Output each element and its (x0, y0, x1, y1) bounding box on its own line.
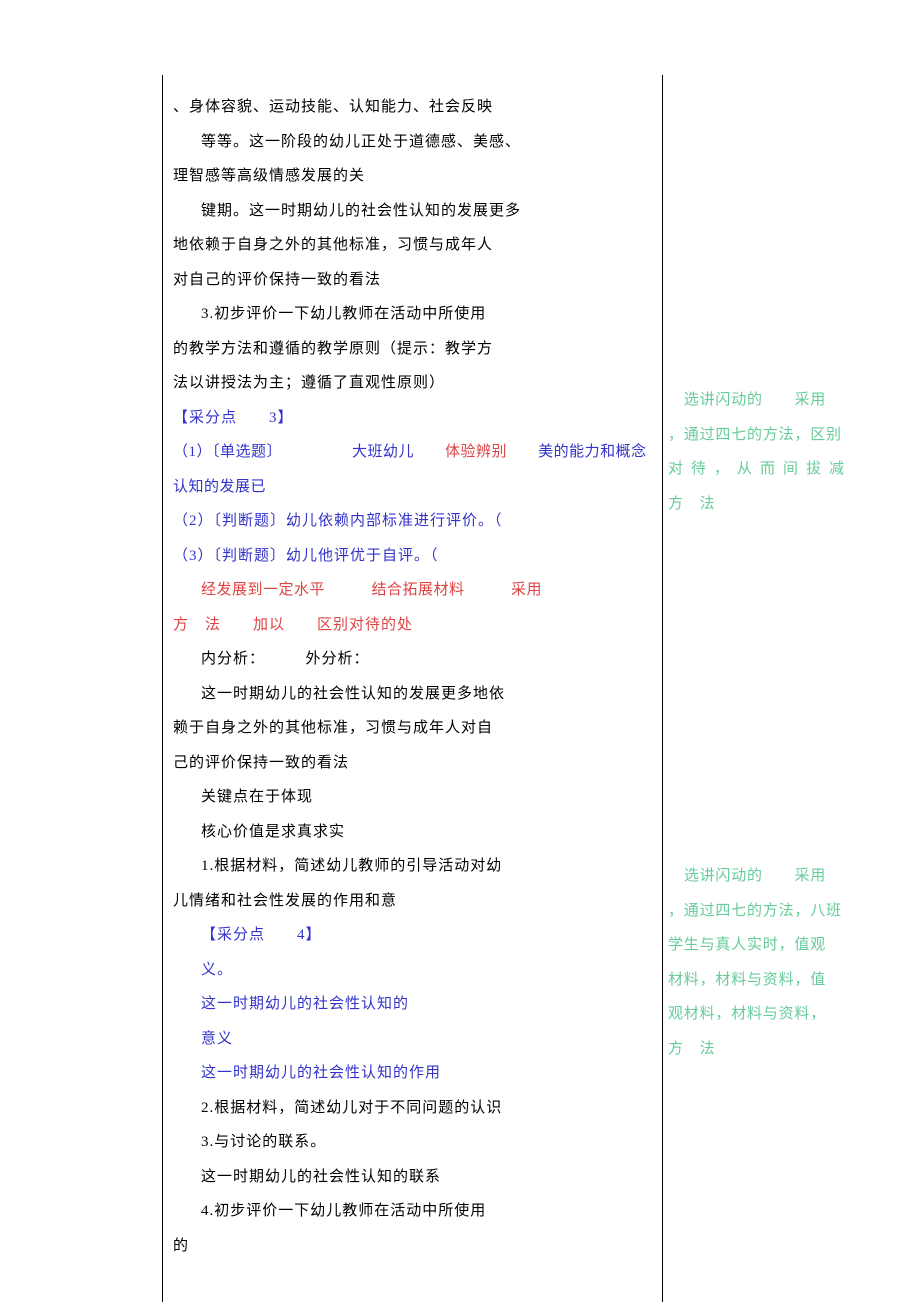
paragraph: 义。 (173, 953, 647, 988)
annotation-line: ，通过四七的方法，区别 (668, 420, 865, 455)
paragraph: 赖于自身之外的其他标准，习惯与成年人对自 (173, 711, 647, 746)
paragraph: 儿情绪和社会性发展的作用和意 (173, 884, 647, 919)
emphasis: 区别对待的处 (317, 617, 413, 633)
paragraph: 核心价值是求真求实 (173, 815, 647, 850)
paragraph: 这一时期幼儿的社会性认知的作用 (173, 1056, 647, 1091)
paragraph: 4.初步评价一下幼儿教师在活动中所使用 (173, 1194, 647, 1229)
paragraph: 键期。这一时期幼儿的社会性认知的发展更多 (173, 194, 647, 229)
annotation-block: 选讲闪动的 采用 ，通过四七的方法，区别 对待，从而间拔减 方 法 (668, 385, 865, 523)
annotation-line: 选讲闪动的 采用 (668, 385, 865, 420)
annotation-line: ，通过四七的方法，八班 (668, 896, 865, 931)
emphasis: 方 法 加以 (173, 617, 285, 633)
paragraph: 的 (173, 1229, 647, 1264)
paragraph: 己的评价保持一致的看法 (173, 746, 647, 781)
section-marker: 【采分点 3】 (173, 401, 647, 436)
paragraph: 3.与讨论的联系。 (173, 1125, 647, 1160)
paragraph: 地依赖于自身之外的其他标准，习惯与成年人 (173, 228, 647, 263)
paragraph: 1.根据材料，简述幼儿教师的引导活动对幼 (173, 849, 647, 884)
paragraph: 、身体容貌、运动技能、认知能力、社会反映 (173, 90, 647, 125)
paragraph: 法以讲授法为主；遵循了直观性原则） (173, 366, 647, 401)
emphasis: 体验辨别 (445, 444, 507, 460)
paragraph: 等等。这一阶段的幼儿正处于道德感、美感、 (173, 125, 647, 160)
main-content-column: 、身体容貌、运动技能、认知能力、社会反映 等等。这一阶段的幼儿正处于道德感、美感… (163, 75, 663, 1302)
paragraph: 内分析： 外分析： (173, 642, 647, 677)
annotation-block: 选讲闪动的 采用 ，通过四七的方法，八班 学生与真人实时，值观 材料，材料与资料… (668, 861, 865, 1068)
paragraph: 这一时期幼儿的社会性认知的发展更多地依 (173, 677, 647, 712)
paragraph: 的教学方法和遵循的教学原则（提示：教学方 (173, 332, 647, 367)
annotation-line: 选讲闪动的 采用 (668, 861, 865, 896)
section-marker: 【采分点 4】 (173, 918, 647, 953)
question-row: （2）〔判断题〕幼儿依赖内部标准进行评价。（ (173, 504, 647, 539)
annotation-line: 对待，从而间拔减 (668, 454, 865, 489)
question-row: （3）〔判断题〕幼儿他评优于自评。（ (173, 539, 647, 574)
annotation-line: 观材料，材料与资料， (668, 999, 865, 1034)
emphasis: 采用 (511, 582, 542, 598)
paragraph: 3.初步评价一下幼儿教师在活动中所使用 (173, 297, 647, 332)
paragraph: 方 法 加以 区别对待的处 (173, 608, 647, 643)
label: （1）〔单选题〕 大班幼儿 (173, 444, 414, 460)
paragraph: 这一时期幼儿的社会性认知的联系 (173, 1160, 647, 1195)
annotation-line: 方 法 (668, 489, 865, 524)
paragraph: 关键点在于体现 (173, 780, 647, 815)
annotation-line: 方 法 (668, 1034, 865, 1069)
paragraph: 对自己的评价保持一致的看法 (173, 263, 647, 298)
emphasis: 经发展到一定水平 结合拓展材料 (201, 582, 465, 598)
paragraph: 经发展到一定水平 结合拓展材料 采用 (173, 573, 647, 608)
question-row: （1）〔单选题〕 大班幼儿 体验辨别 美的能力和概念认知的发展已 (173, 435, 647, 504)
annotation-line: 学生与真人实时，值观 (668, 930, 865, 965)
left-margin-column (95, 75, 163, 1302)
paragraph: 2.根据材料，简述幼儿对于不同问题的认识 (173, 1091, 647, 1126)
paragraph: 理智感等高级情感发展的关 (173, 159, 647, 194)
paragraph: 意义 (173, 1022, 647, 1057)
annotation-column: 选讲闪动的 采用 ，通过四七的方法，区别 对待，从而间拔减 方 法 选讲闪动的 … (663, 75, 870, 1302)
annotation-line: 材料，材料与资料，值 (668, 965, 865, 1000)
paragraph: 这一时期幼儿的社会性认知的 (173, 987, 647, 1022)
